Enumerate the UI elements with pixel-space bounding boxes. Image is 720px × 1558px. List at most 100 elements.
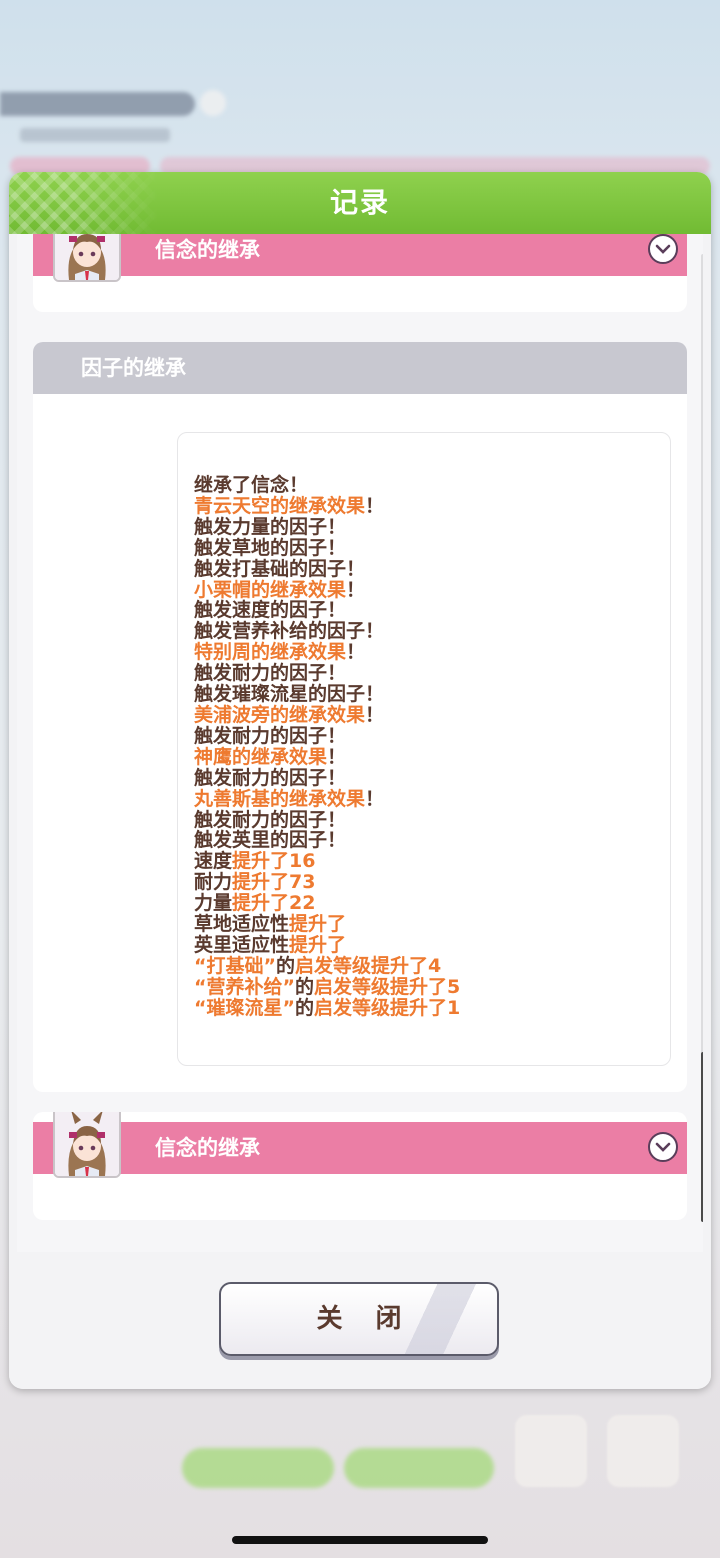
- log-segment: 触发英里的因子！: [194, 829, 347, 852]
- log-segment: 提升了16: [232, 850, 316, 873]
- log-line: 耐力提升了73: [194, 872, 664, 893]
- log-line: 触发英里的因子！: [194, 830, 664, 851]
- log-line: 青云天空的继承效果！: [194, 494, 664, 517]
- log-segment: 启发等级提升了5: [314, 975, 461, 998]
- close-button[interactable]: 关 闭: [219, 1282, 499, 1356]
- close-button-label: 关 闭: [316, 1304, 414, 1334]
- log-segment: 提升了: [289, 933, 347, 956]
- background-subtitle: [20, 128, 170, 142]
- log-line: 触发草地的因子！: [194, 536, 664, 559]
- log-segment: 力量: [194, 892, 233, 915]
- log-segment: 特别周的继承效果: [194, 641, 347, 664]
- log-line: 力量提升了22: [194, 893, 664, 914]
- log-segment: 提升了: [289, 913, 347, 936]
- chevron-down-icon[interactable]: [648, 234, 678, 264]
- log-line: 美浦波旁的继承效果！: [194, 705, 664, 726]
- log-line: 特别周的继承效果！: [194, 642, 664, 663]
- background-button: [344, 1448, 494, 1488]
- factor-header-bar: 因子的继承: [33, 342, 687, 394]
- log-line: “打基础”的启发等级提升了4: [194, 954, 664, 977]
- log-segment: 青云天空的继承效果: [194, 494, 366, 517]
- log-line: 丸善斯基的继承效果！: [194, 787, 664, 810]
- card-title: 信念的继承: [155, 1136, 260, 1160]
- log-line: 触发速度的因子！: [194, 600, 664, 621]
- log-segment: “打基础”: [194, 954, 276, 977]
- log-line: 继承了信念！: [194, 475, 664, 496]
- log-segment: 小栗帽的继承效果: [194, 578, 347, 601]
- log-segment: 触发速度的因子！: [194, 599, 347, 622]
- log-segment: ！: [327, 745, 347, 768]
- log-line: 触发耐力的因子！: [194, 766, 664, 789]
- log-segment: 丸善斯基的继承效果: [194, 787, 366, 810]
- card-header[interactable]: 信念的继承: [33, 1122, 687, 1174]
- log-segment: 神鹰的继承效果: [194, 745, 328, 768]
- log-line: 触发打基础的因子！: [194, 557, 664, 580]
- log-segment: ！: [346, 578, 366, 601]
- dialog-footer: 关 闭: [9, 1252, 711, 1389]
- log-segment: 触发璀璨流星的因子！: [194, 683, 385, 706]
- log-segment: ！: [346, 641, 366, 664]
- log-segment: 美浦波旁的继承效果: [194, 703, 366, 726]
- card-header[interactable]: 信念的继承: [33, 234, 687, 276]
- log-line: 触发璀璨流星的因子！: [194, 684, 664, 705]
- log-segment: 触发耐力的因子！: [194, 766, 347, 789]
- background-name-bar: [0, 92, 195, 116]
- log-segment: 触发力量的因子！: [194, 515, 347, 538]
- factor-inheritance-card: 因子的继承 继承了信念！ 青云天空的继承效果！ 触发力量的因子！ 触发草地的因子！ 触发…: [33, 342, 687, 1092]
- log-segment: 耐力: [194, 871, 233, 894]
- log-line: 触发耐力的因子！: [194, 724, 664, 747]
- log-segment: ！: [365, 494, 385, 517]
- log-segment: 提升了22: [232, 892, 316, 915]
- log-segment: 触发耐力的因子！: [194, 808, 347, 831]
- log-segment: 的: [294, 975, 314, 998]
- log-segment: “营养补给”: [194, 975, 295, 998]
- log-segment: 启发等级提升了1: [314, 996, 461, 1019]
- inheritance-log-box: 继承了信念！ 青云天空的继承效果！ 触发力量的因子！ 触发草地的因子！ 触发打基础的因子…: [177, 432, 671, 1066]
- log-segment: ！: [365, 703, 385, 726]
- log-segment: 草地适应性: [194, 913, 290, 936]
- log-segment: 的: [275, 954, 295, 977]
- log-segment: 触发耐力的因子！: [194, 662, 347, 685]
- background-button: [182, 1448, 334, 1488]
- log-segment: 的: [294, 996, 314, 1019]
- log-line: 触发耐力的因子！: [194, 808, 664, 831]
- log-segment: 触发耐力的因子！: [194, 724, 347, 747]
- log-segment: 继承了信念！: [194, 474, 309, 496]
- home-indicator[interactable]: [232, 1536, 488, 1544]
- log-line: “营养补给”的启发等级提升了5: [194, 975, 664, 998]
- record-scroll-area[interactable]: 信念的继承 因子的继承 继承了信念！ 青云天空的继承效果！ 触发力量的因子！ 触…: [17, 234, 703, 1252]
- background-info-icon: [200, 90, 226, 116]
- dialog-header: 记录: [9, 172, 711, 234]
- log-line: “璀璨流星”的启发等级提升了1: [194, 996, 664, 1019]
- log-line: 小栗帽的继承效果！: [194, 578, 664, 601]
- log-line: 速度提升了16: [194, 851, 664, 872]
- factor-header-title: 因子的继承: [81, 356, 186, 380]
- log-segment: 速度: [194, 850, 233, 873]
- log-segment: 触发营养补给的因子！: [194, 620, 385, 643]
- log-segment: 触发草地的因子！: [194, 536, 347, 559]
- background-menu-icon: [607, 1415, 679, 1487]
- log-segment: “璀璨流星”: [194, 996, 295, 1019]
- chevron-down-icon[interactable]: [648, 1132, 678, 1162]
- character-avatar: [53, 1112, 121, 1178]
- dialog-title: 记录: [329, 186, 390, 219]
- inheritance-card-top[interactable]: 信念的继承: [33, 234, 687, 312]
- log-segment: 启发等级提升了4: [295, 954, 442, 977]
- card-title: 信念的继承: [155, 238, 260, 262]
- log-segment: ！: [365, 787, 385, 810]
- log-segment: 提升了73: [232, 871, 316, 894]
- log-line: 触发力量的因子！: [194, 515, 664, 538]
- inheritance-card-bottom[interactable]: 信念的继承: [33, 1112, 687, 1220]
- scrollbar-thumb[interactable]: [701, 1052, 703, 1222]
- background-character-icon: [515, 1415, 587, 1487]
- inheritance-log: 继承了信念！ 青云天空的继承效果！ 触发力量的因子！ 触发草地的因子！ 触发打基础的因子…: [194, 475, 664, 1019]
- character-avatar: [53, 234, 121, 282]
- log-line: 英里适应性提升了: [194, 933, 664, 956]
- log-line: 神鹰的继承效果！: [194, 745, 664, 768]
- log-segment: 触发打基础的因子！: [194, 557, 366, 580]
- log-segment: 英里适应性: [194, 933, 290, 956]
- log-line: 触发耐力的因子！: [194, 663, 664, 684]
- record-dialog: 记录 信念的继承 因子的继承 继承了信念！ 青云天空的继承效果！ 触发力量的因子…: [9, 172, 711, 1389]
- log-line: 草地适应性提升了: [194, 914, 664, 935]
- log-line: 触发营养补给的因子！: [194, 621, 664, 642]
